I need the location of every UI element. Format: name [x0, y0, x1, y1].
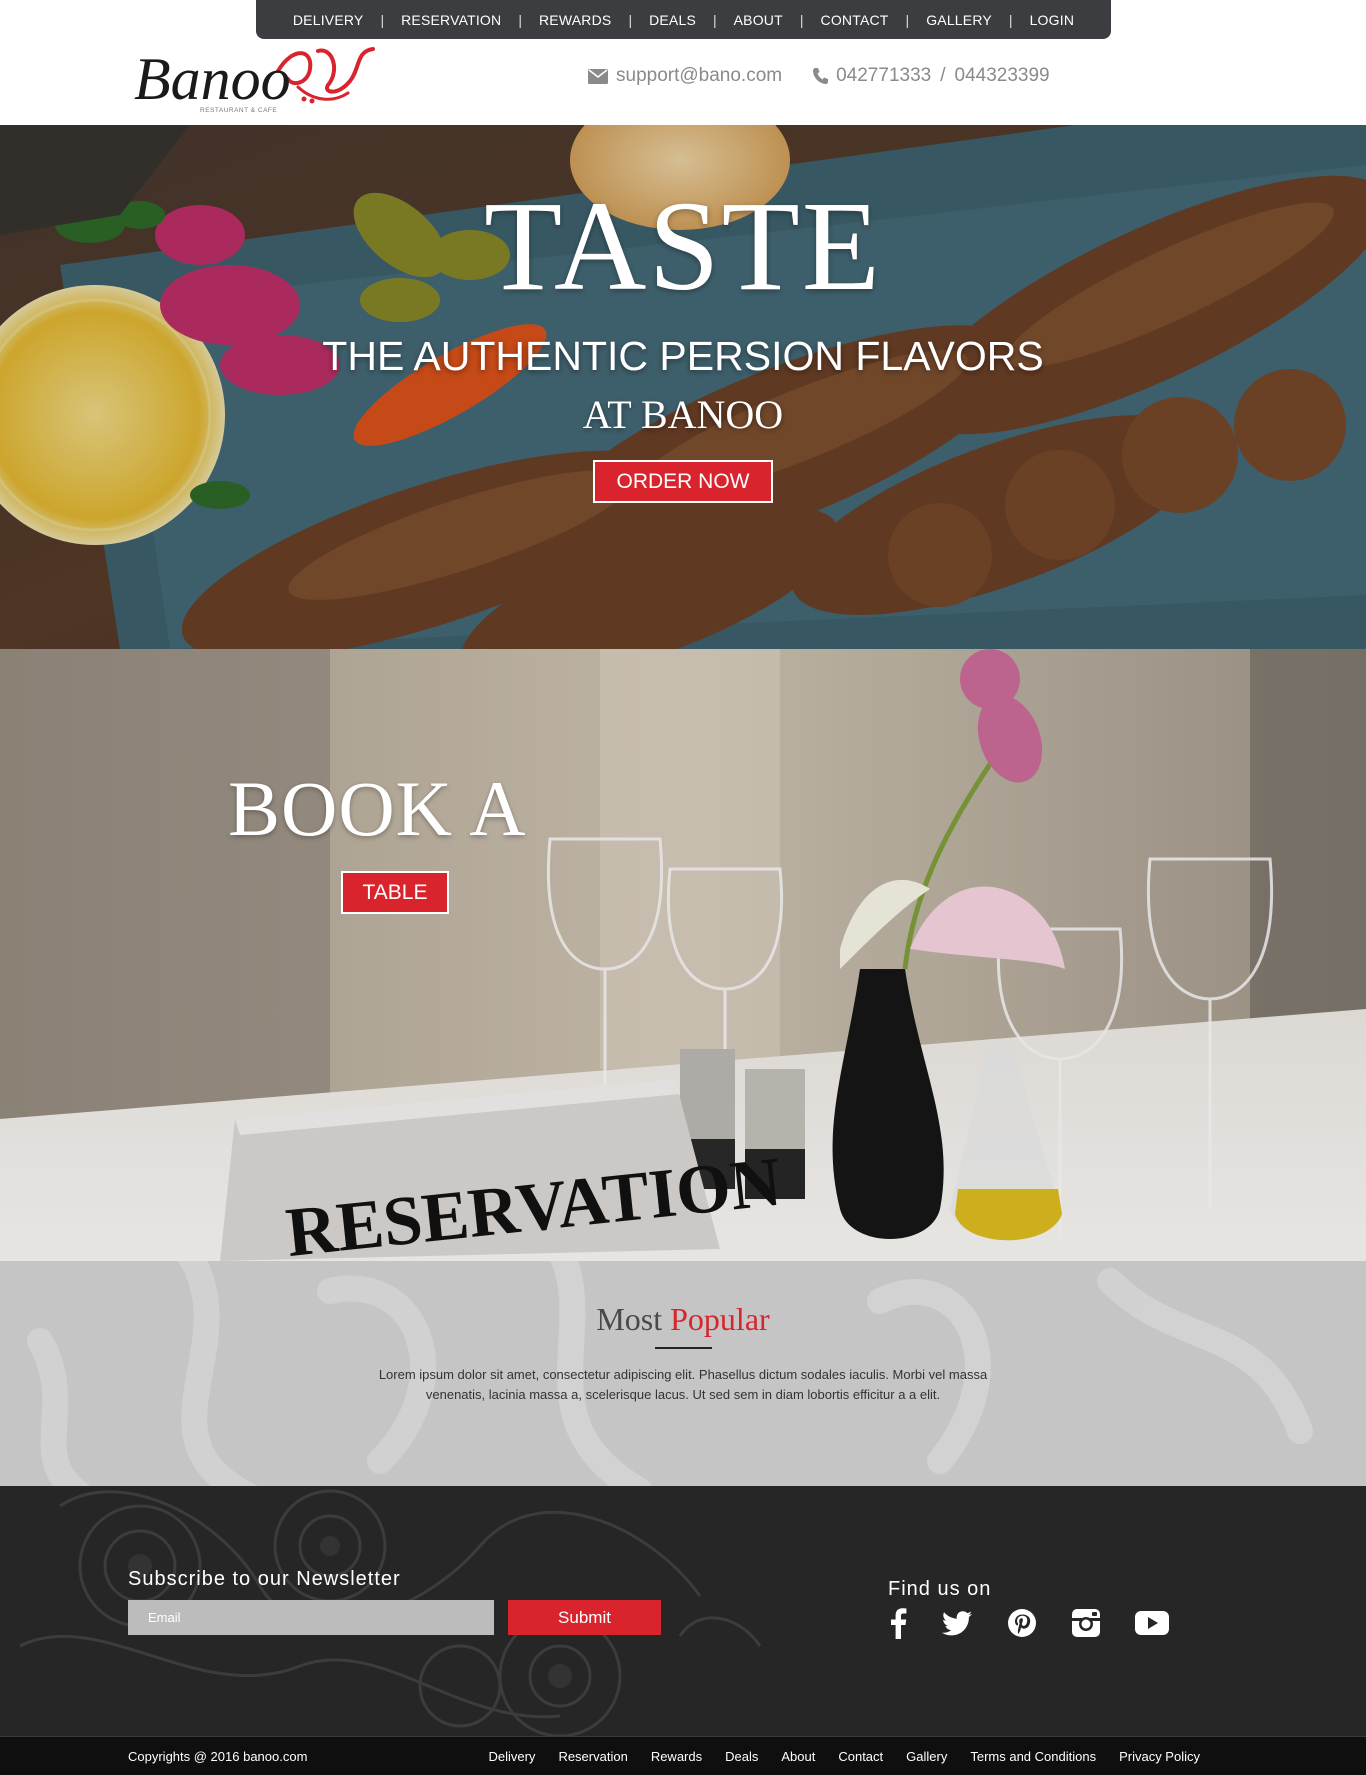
copyright: Copyrights @ 2016 banoo.com [128, 1749, 308, 1764]
facebook-icon[interactable] [884, 1606, 912, 1640]
nav-gallery[interactable]: GALLERY [926, 12, 992, 28]
footer-link-delivery[interactable]: Delivery [488, 1749, 535, 1764]
site-footer: Subscribe to our Newsletter Submit Find … [0, 1486, 1366, 1736]
nav-deals[interactable]: DEALS [649, 12, 696, 28]
footer-link-rewards[interactable]: Rewards [651, 1749, 702, 1764]
phone-number-1[interactable]: 042771333 [836, 65, 931, 87]
support-email[interactable]: support@bano.com [616, 65, 782, 87]
book-title: BOOK A [228, 765, 527, 852]
phone-separator: / [940, 65, 946, 86]
newsletter-email-input[interactable] [128, 1600, 494, 1635]
popular-title: Most Popular [0, 1301, 1366, 1338]
footer-link-privacy[interactable]: Privacy Policy [1119, 1749, 1200, 1764]
nav-about[interactable]: ABOUT [734, 12, 783, 28]
newsletter-submit-button[interactable]: Submit [508, 1600, 661, 1635]
book-table-button[interactable]: TABLE [341, 871, 449, 914]
popular-title-accent: Popular [670, 1301, 770, 1337]
footer-link-gallery[interactable]: Gallery [906, 1749, 947, 1764]
footer-link-terms[interactable]: Terms and Conditions [970, 1749, 1096, 1764]
footer-link-contact[interactable]: Contact [838, 1749, 883, 1764]
youtube-icon[interactable] [1134, 1606, 1170, 1640]
newsletter-title: Subscribe to our Newsletter [128, 1568, 401, 1590]
nav-delivery[interactable]: DELIVERY [293, 12, 364, 28]
hero-subtitle-2: AT BANOO [582, 392, 784, 437]
nav-contact[interactable]: CONTACT [821, 12, 889, 28]
contact-info: support@bano.com 042771333 / 044323399 [588, 65, 1050, 87]
social-title: Find us on [888, 1578, 992, 1600]
booking-banner: RESERVATION BOOK A TABLE [0, 649, 1366, 1261]
order-now-button[interactable]: ORDER NOW [593, 460, 773, 503]
popular-title-plain: Most [596, 1301, 663, 1337]
most-popular-section: Most Popular Lorem ipsum dolor sit amet,… [0, 1261, 1366, 1486]
nav-separator: | [905, 11, 910, 28]
hero-banner: TASTE THE AUTHENTIC PERSION FLAVORS AT B… [0, 125, 1366, 649]
top-nav: DELIVERY | RESERVATION | REWARDS | DEALS… [256, 0, 1111, 39]
brand-logo[interactable]: Banoo RESTAURANT & CAFE [128, 41, 384, 117]
nav-rewards[interactable]: REWARDS [539, 12, 611, 28]
nav-separator: | [628, 11, 633, 28]
phone-icon [813, 68, 829, 84]
phone-number-2[interactable]: 044323399 [955, 65, 1050, 87]
nav-separator: | [518, 11, 522, 28]
nav-login[interactable]: LOGIN [1030, 12, 1075, 28]
nav-separator: | [799, 11, 804, 28]
hero-subtitle: THE AUTHENTIC PERSION FLAVORS [322, 333, 1044, 379]
site-header: Banoo RESTAURANT & CAFE support@bano.com… [0, 39, 1366, 125]
nav-reservation[interactable]: RESERVATION [401, 12, 501, 28]
brand-tagline: RESTAURANT & CAFE [200, 107, 277, 114]
envelope-icon [588, 68, 608, 84]
nav-separator: | [380, 11, 385, 28]
pinterest-icon[interactable] [1006, 1606, 1038, 1640]
footer-link-deals[interactable]: Deals [725, 1749, 758, 1764]
reservation-table-image: RESERVATION [0, 649, 1366, 1261]
footer-link-reservation[interactable]: Reservation [558, 1749, 627, 1764]
nav-separator: | [713, 11, 717, 28]
instagram-icon[interactable] [1070, 1606, 1102, 1640]
nav-separator: | [1008, 11, 1013, 28]
footer-link-about[interactable]: About [781, 1749, 815, 1764]
hero-title: TASTE [484, 175, 882, 317]
bottom-bar: Copyrights @ 2016 banoo.com Delivery Res… [0, 1736, 1366, 1775]
twitter-icon[interactable] [940, 1606, 974, 1640]
title-underline [655, 1347, 712, 1349]
popular-description: Lorem ipsum dolor sit amet, consectetur … [378, 1367, 988, 1402]
brand-name: Banoo [134, 46, 291, 112]
footer-links: Delivery Reservation Rewards Deals About… [488, 1749, 1200, 1764]
